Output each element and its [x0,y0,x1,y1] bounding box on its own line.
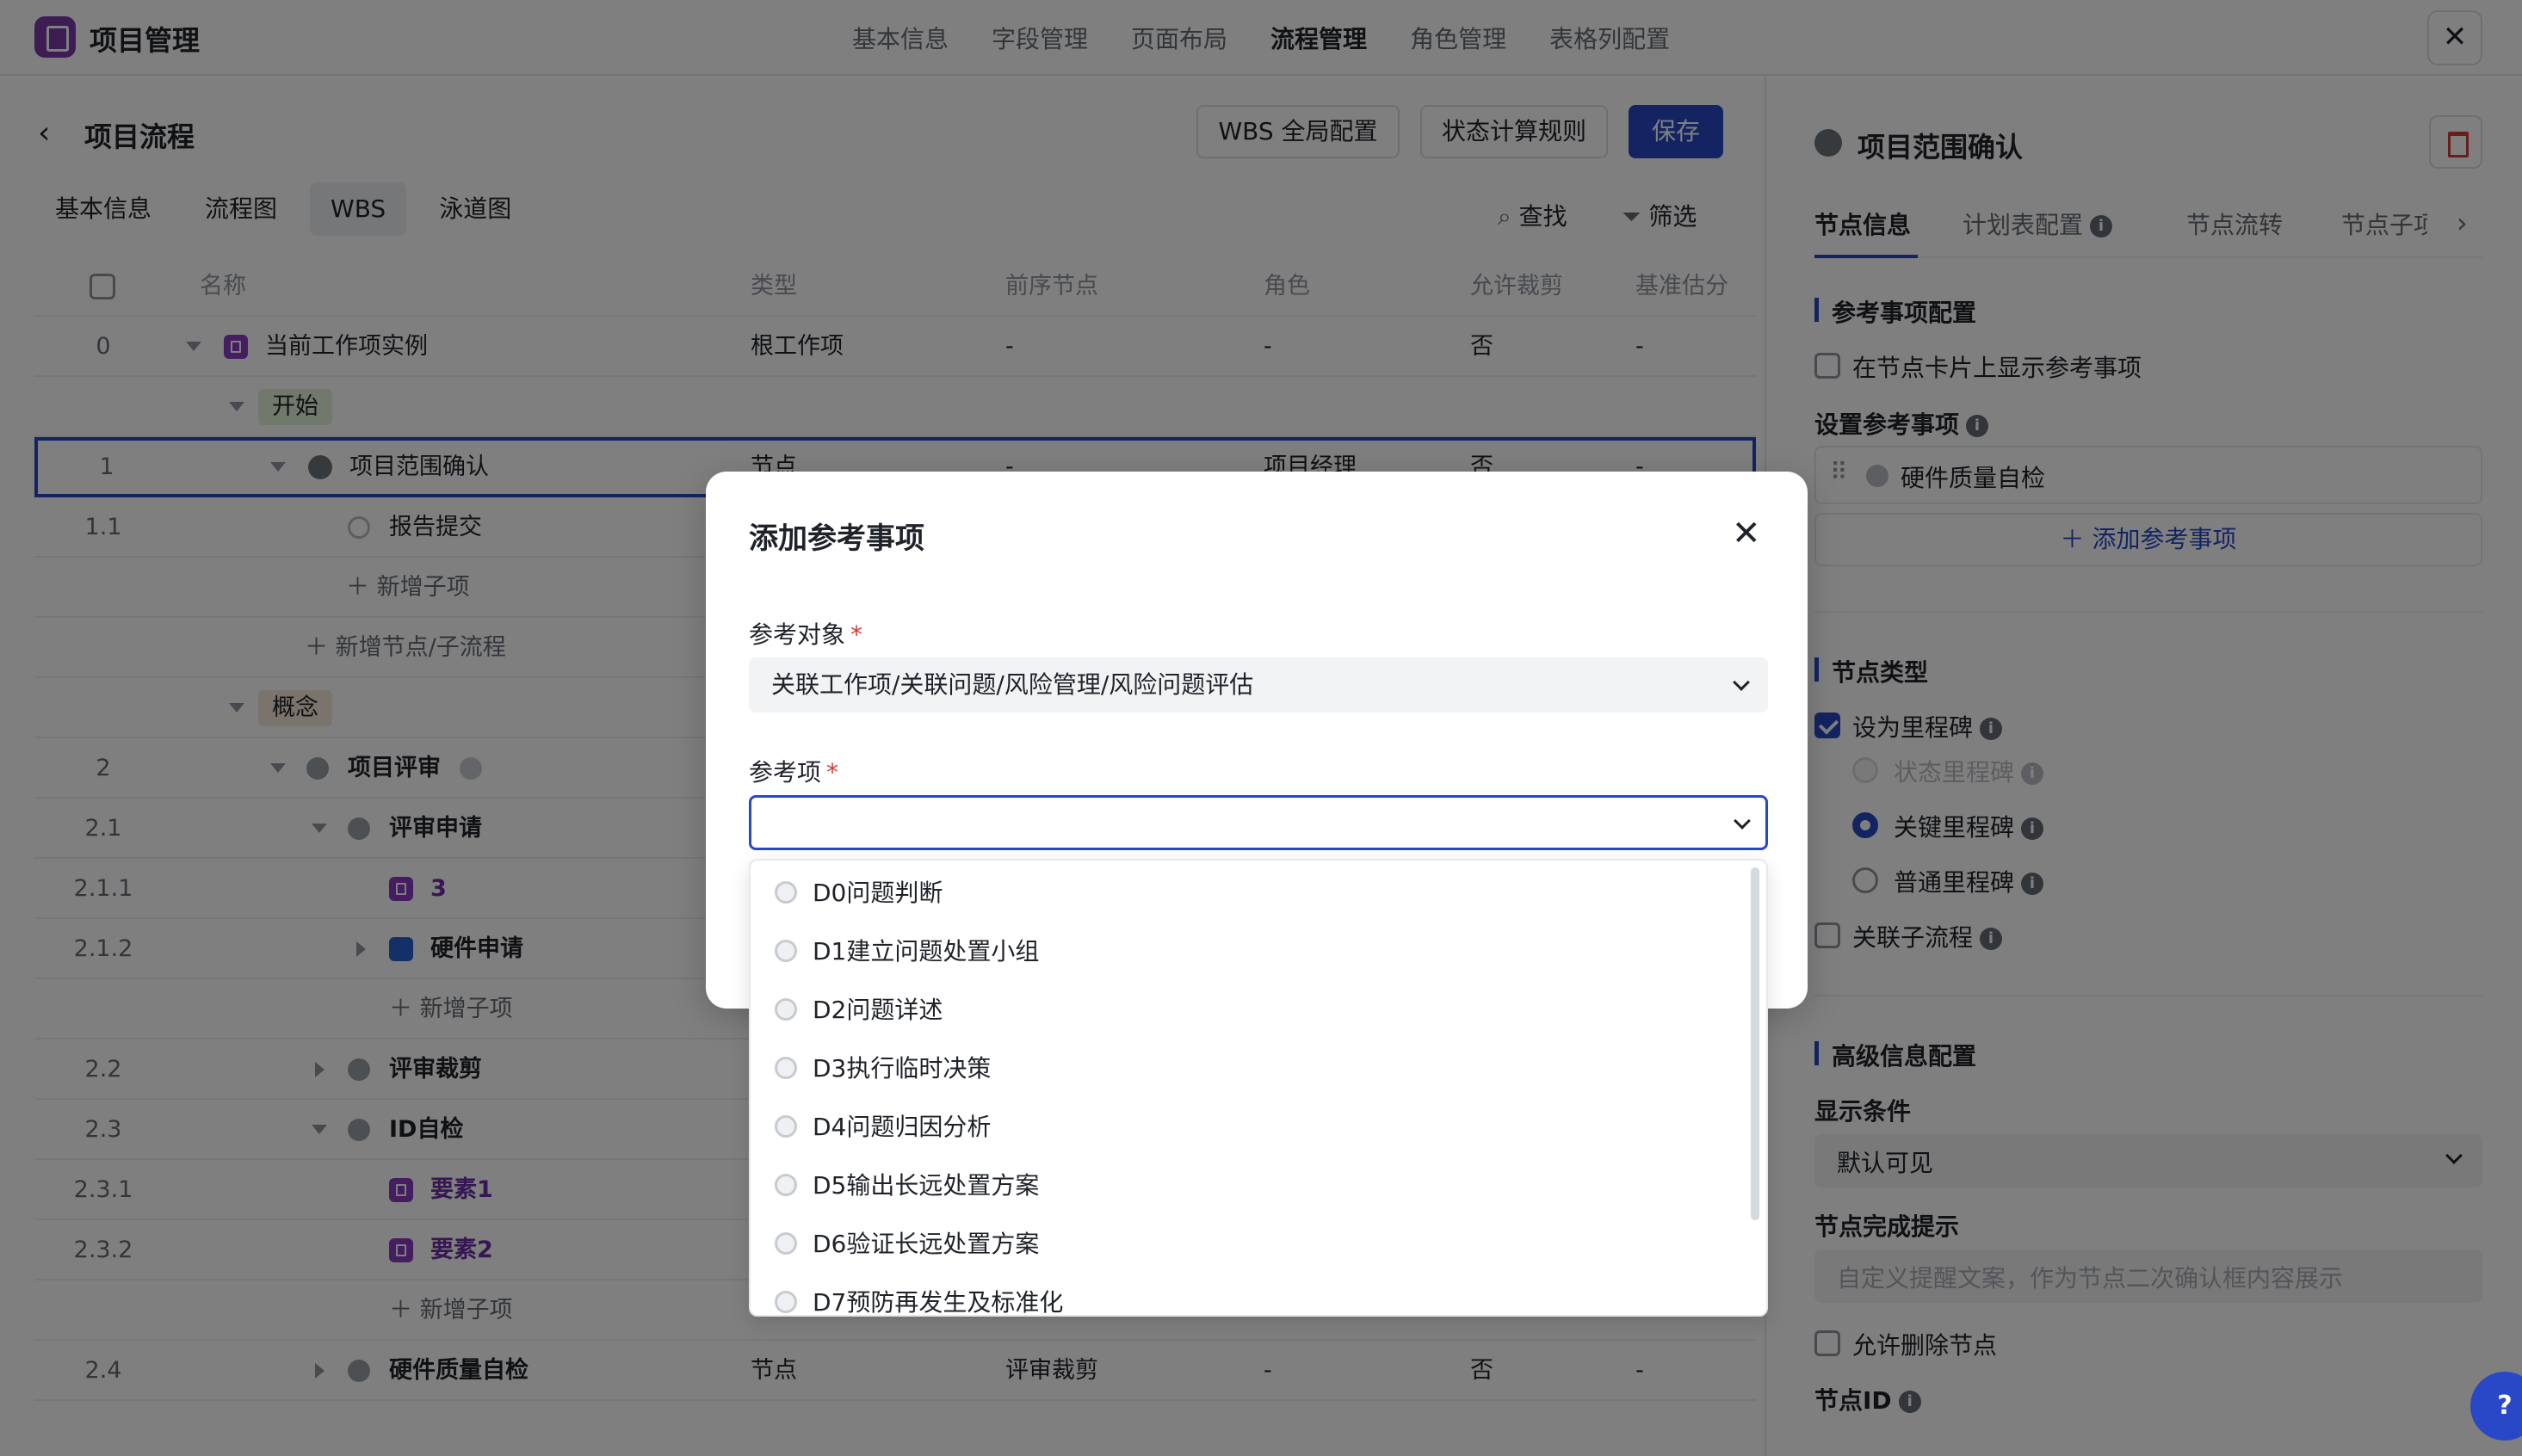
chevron-down-icon [1734,812,1751,830]
modal-title: 添加参考事项 [749,521,924,556]
ref-object-label: 参考对象 * [749,620,863,649]
dropdown-option[interactable]: D6验证长远处置方案 [751,1215,1740,1274]
dropdown-option[interactable]: D3执行临时决策 [751,1040,1740,1098]
dropdown-option[interactable]: D4问题归因分析 [751,1098,1740,1157]
ref-object-select[interactable]: 关联工作项/关联问题/风险管理/风险问题评估 [749,657,1768,713]
radio-icon [775,881,797,904]
dropdown-scrollbar[interactable] [1751,867,1759,1220]
chevron-down-icon [1733,674,1750,691]
close-icon[interactable]: ✕ [1732,516,1761,551]
ref-item-dropdown: D0问题判断 D1建立问题处置小组 D2问题详述 D3执行临时决策 D4问题归因… [749,859,1768,1317]
ref-item-label: 参考项 * [749,758,839,787]
ref-item-select[interactable] [749,795,1768,850]
radio-icon [775,1232,797,1255]
dropdown-option[interactable]: D7预防再发生及标准化 [751,1274,1740,1315]
dropdown-option[interactable]: D5输出长远处置方案 [751,1157,1740,1215]
radio-icon [775,1115,797,1138]
dropdown-option[interactable]: D0问题判断 [751,864,1740,922]
modal-backdrop[interactable] [0,0,2522,77]
radio-icon [775,940,797,962]
dropdown-option[interactable]: D1建立问题处置小组 [751,922,1740,981]
modal-backdrop[interactable] [1765,77,2522,1456]
dropdown-option[interactable]: D2问题详述 [751,981,1740,1040]
radio-icon [775,1057,797,1079]
radio-icon [775,998,797,1021]
radio-icon [775,1291,797,1313]
radio-icon [775,1174,797,1196]
